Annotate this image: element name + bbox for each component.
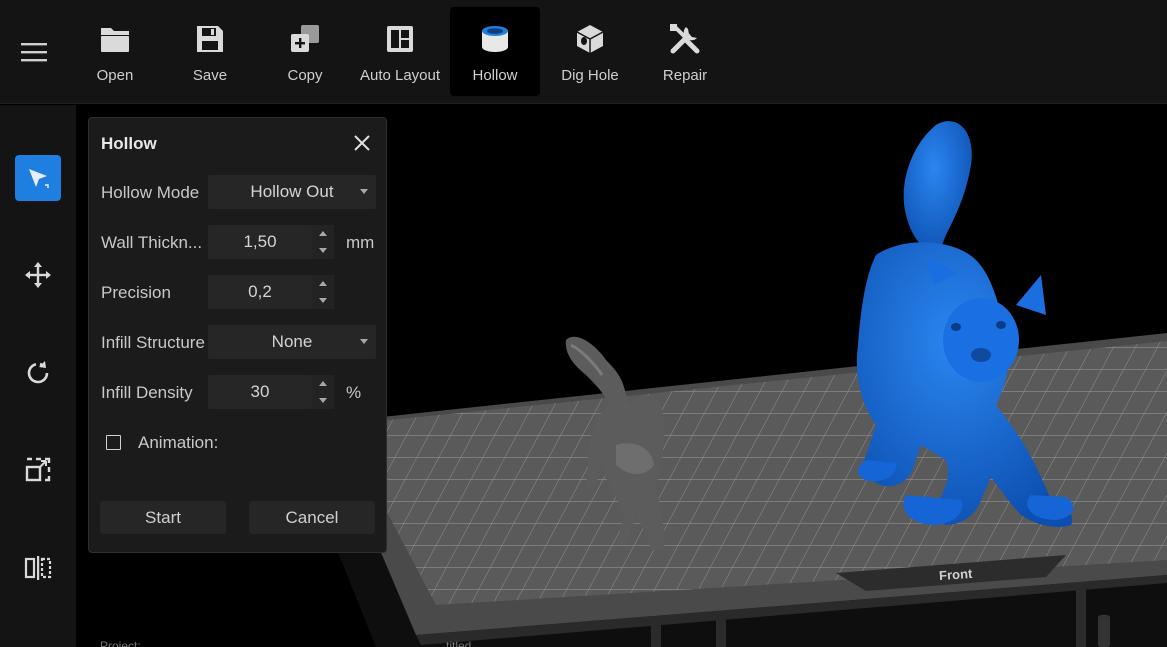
dig-hole-button[interactable]: Dig Hole xyxy=(545,7,635,96)
hollow-button[interactable]: Hollow xyxy=(450,7,540,96)
plate-front-label: Front xyxy=(939,566,974,583)
wall-thickness-label: Wall Thickn... xyxy=(101,233,203,252)
dig-hole-icon xyxy=(570,19,610,59)
infill-density-stepper[interactable] xyxy=(312,375,334,409)
animation-checkbox[interactable] xyxy=(106,435,121,450)
decrement-icon[interactable] xyxy=(312,242,334,259)
hollow-mode-select[interactable]: Hollow Out xyxy=(208,175,376,209)
wall-thickness-input[interactable]: 1,50 xyxy=(208,225,312,259)
increment-icon[interactable] xyxy=(312,275,334,292)
increment-icon[interactable] xyxy=(312,375,334,392)
move-tool-button[interactable] xyxy=(15,252,61,298)
copy-icon xyxy=(285,19,325,59)
repair-button[interactable]: Repair xyxy=(640,7,730,96)
hollow-icon xyxy=(475,19,515,59)
folder-icon xyxy=(95,19,135,59)
auto-layout-icon xyxy=(380,19,420,59)
copy-button[interactable]: Copy xyxy=(260,7,350,96)
move-icon xyxy=(25,262,51,288)
top-toolbar: Open Save Copy Auto Layout Hollow Dig Ho… xyxy=(0,0,1167,104)
select-tool-button[interactable] xyxy=(15,155,61,201)
chevron-down-icon xyxy=(360,339,368,344)
scale-tool-button[interactable] xyxy=(15,447,61,493)
increment-icon[interactable] xyxy=(312,225,334,242)
mirror-tool-button[interactable] xyxy=(15,545,61,591)
wall-thickness-unit: mm xyxy=(346,233,375,252)
infill-density-label: Infill Density xyxy=(101,383,193,402)
left-sidebar xyxy=(0,105,76,647)
save-icon xyxy=(190,19,230,59)
precision-input[interactable]: 0,2 xyxy=(208,275,312,309)
infill-structure-select[interactable]: None xyxy=(208,325,376,359)
rotate-tool-button[interactable] xyxy=(15,350,61,396)
close-icon[interactable] xyxy=(351,132,373,154)
mirror-icon xyxy=(24,556,52,580)
decrement-icon[interactable] xyxy=(312,392,334,409)
start-button[interactable]: Start xyxy=(100,501,226,534)
project-name: ...titled xyxy=(436,639,472,647)
hollow-panel: Hollow Hollow Mode Hollow Out Wall Thick… xyxy=(88,117,387,553)
wall-thickness-stepper[interactable] xyxy=(312,225,334,259)
decrement-icon[interactable] xyxy=(312,292,334,309)
repair-icon xyxy=(665,19,705,59)
infill-density-input[interactable]: 30 xyxy=(208,375,312,409)
chevron-down-icon xyxy=(360,189,368,194)
rotate-icon xyxy=(27,361,49,384)
infill-density-unit: % xyxy=(346,383,362,402)
select-arrow-icon xyxy=(29,169,49,188)
scale-icon xyxy=(25,457,51,482)
project-label: Project: xyxy=(100,639,141,647)
hamburger-menu-icon[interactable] xyxy=(14,32,54,72)
panel-title: Hollow xyxy=(101,134,157,153)
precision-stepper[interactable] xyxy=(312,275,334,309)
animation-label: Animation: xyxy=(138,433,219,452)
hollow-mode-label: Hollow Mode xyxy=(101,183,200,202)
auto-layout-button[interactable]: Auto Layout xyxy=(355,7,445,96)
cancel-button[interactable]: Cancel xyxy=(249,501,375,534)
save-button[interactable]: Save xyxy=(165,7,255,96)
precision-label: Precision xyxy=(101,283,171,302)
infill-structure-label: Infill Structure xyxy=(101,333,205,352)
open-button[interactable]: Open xyxy=(70,7,160,96)
